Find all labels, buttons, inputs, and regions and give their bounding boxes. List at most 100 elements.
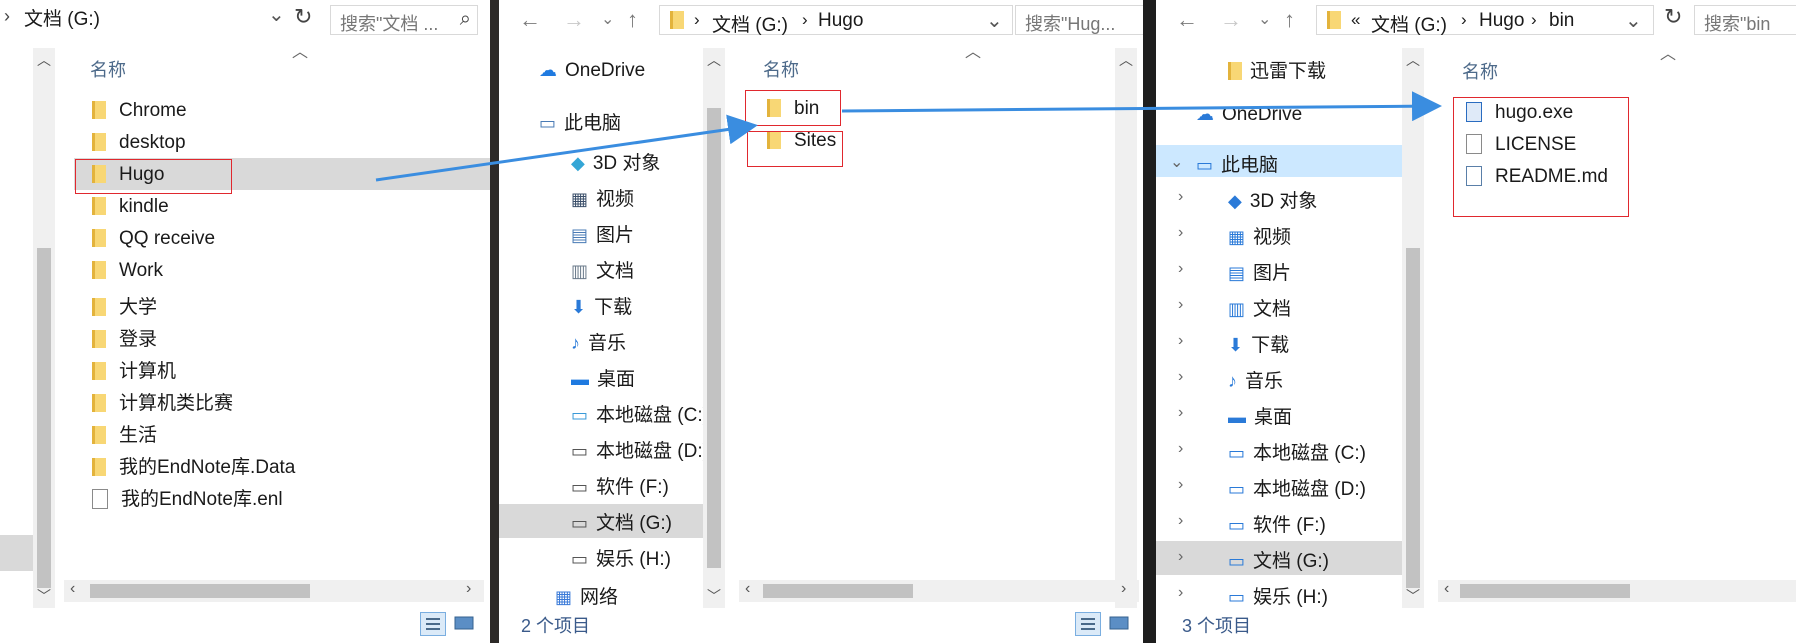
list-item[interactable]: 大学 <box>92 292 157 319</box>
expand-chevron-icon[interactable]: › <box>1178 476 1183 494</box>
recent-dropdown-icon[interactable]: ⌄ <box>601 4 614 36</box>
large-icons-view-button[interactable] <box>1107 612 1133 636</box>
address-dropdown-icon[interactable]: ⌄ <box>1625 8 1642 33</box>
list-item[interactable]: 计算机类比赛 <box>92 388 233 415</box>
list-item[interactable]: 登录 <box>92 324 157 351</box>
column-header-name[interactable]: 名称 <box>763 56 799 82</box>
address-box[interactable]: › 文档 (G:) › Hugo ⌄ <box>659 5 1013 37</box>
nav-item-this-pc[interactable]: ▭ 此电脑 <box>1196 150 1278 177</box>
search-box[interactable]: 搜索"文档 ... ⌕ <box>330 5 478 35</box>
nav-item-video[interactable]: ▦ 视频 <box>1228 222 1291 249</box>
scroll-right-icon[interactable]: › <box>1121 580 1126 598</box>
nav-item-network[interactable]: ▦ 网络 <box>555 582 618 609</box>
breadcrumb-documents[interactable]: 文档 (G:) <box>1371 10 1447 37</box>
nav-item-downloads[interactable]: ⬇ 下载 <box>1228 330 1289 357</box>
horizontal-scrollbar[interactable]: ‹ › <box>739 580 1139 602</box>
nav-item-desktop[interactable]: ▬ 桌面 <box>1228 402 1292 429</box>
up-arrow-icon[interactable]: ↑ <box>627 4 638 36</box>
nav-item-music[interactable]: ♪ 音乐 <box>571 328 626 355</box>
expand-chevron-icon[interactable]: › <box>1178 584 1183 602</box>
scroll-left-icon[interactable]: ‹ <box>1444 580 1449 598</box>
address-path-documents[interactable]: 文档 (G:) <box>24 4 100 31</box>
list-item[interactable]: Chrome <box>92 100 187 122</box>
expand-chevron-icon[interactable]: › <box>1178 404 1183 422</box>
expand-chevron-icon[interactable]: › <box>1178 332 1183 350</box>
nav-item-objects3d[interactable]: ◆ 3D 对象 <box>1228 186 1317 213</box>
details-view-button[interactable] <box>420 612 446 636</box>
address-dropdown-icon[interactable]: ⌄ <box>986 8 1003 33</box>
nav-item-video[interactable]: ▦ 视频 <box>571 184 634 211</box>
list-item[interactable]: 生活 <box>92 420 157 447</box>
list-item[interactable]: 我的EndNote库.Data <box>92 452 295 479</box>
recent-dropdown-icon[interactable]: ⌄ <box>1258 4 1271 36</box>
expand-chevron-icon[interactable]: › <box>1178 296 1183 314</box>
forward-arrow-icon[interactable]: → <box>563 4 585 36</box>
expand-chevron-icon[interactable]: › <box>1178 224 1183 242</box>
nav-item-objects3d[interactable]: ◆ 3D 对象 <box>571 148 660 175</box>
list-item[interactable]: Work <box>92 260 163 282</box>
address-box[interactable]: « 文档 (G:) › Hugo › bin ⌄ <box>1316 5 1654 37</box>
expand-chevron-icon[interactable]: › <box>1178 368 1183 386</box>
nav-item-documents[interactable]: ▥ 文档 <box>571 256 634 283</box>
list-item[interactable]: QQ receive <box>92 228 215 250</box>
expand-chevron-icon[interactable]: › <box>1178 440 1183 458</box>
nav-item-pictures[interactable]: ▤ 图片 <box>571 220 634 247</box>
nav-item-drive-h[interactable]: ▭ 娱乐 (H:) <box>1228 582 1328 609</box>
nav-item-this-pc[interactable]: ▭ 此电脑 <box>539 108 621 135</box>
refresh-icon[interactable]: ↻ <box>294 4 312 30</box>
nav-item-drive-f[interactable]: ▭ 软件 (F:) <box>571 472 669 499</box>
horizontal-scrollbar[interactable]: ‹ › <box>64 580 484 602</box>
nav-item-xunlei[interactable]: 迅雷下载 <box>1228 56 1326 83</box>
horizontal-scroll-thumb[interactable] <box>90 584 310 598</box>
search-icon[interactable]: ⌕ <box>460 8 471 31</box>
breadcrumb-bin[interactable]: bin <box>1549 10 1574 32</box>
list-item[interactable]: 我的EndNote库.enl <box>92 484 283 511</box>
expand-chevron-icon[interactable]: › <box>1178 512 1183 530</box>
scroll-up-icon[interactable]: ︿ <box>33 50 55 70</box>
list-item[interactable]: 计算机 <box>92 356 176 383</box>
nav-item-onedrive[interactable]: ☁ OneDrive <box>1196 104 1302 126</box>
scroll-down-icon[interactable]: ﹀ <box>33 586 55 606</box>
navpane-scroll-thumb[interactable] <box>37 248 51 588</box>
column-header-name[interactable]: 名称 <box>1462 58 1498 84</box>
list-item[interactable]: kindle <box>92 196 169 218</box>
search-box[interactable]: 搜索"Hug... <box>1015 5 1143 35</box>
breadcrumb-chevron-icon[interactable]: › <box>4 6 10 27</box>
nav-item-drive-d[interactable]: ▭ 本地磁盘 (D:) <box>1228 474 1366 501</box>
filelist-scrollbar[interactable]: ︿ ﹀ <box>1115 48 1137 608</box>
breadcrumb-overflow[interactable]: « <box>1351 10 1360 30</box>
scroll-up-icon[interactable]: ︿ <box>1402 50 1424 70</box>
nav-item-drive-g[interactable]: ▭ 文档 (G:) <box>571 508 672 535</box>
nav-item-drive-f[interactable]: ▭ 软件 (F:) <box>1228 510 1326 537</box>
nav-item-drive-c[interactable]: ▭ 本地磁盘 (C:) <box>571 400 709 427</box>
nav-item-drive-c[interactable]: ▭ 本地磁盘 (C:) <box>1228 438 1366 465</box>
nav-item-drive-g[interactable]: ▭ 文档 (G:) <box>1228 546 1329 573</box>
horizontal-scroll-thumb[interactable] <box>1460 584 1630 598</box>
up-arrow-icon[interactable]: ↑ <box>1284 4 1295 36</box>
details-view-button[interactable] <box>1075 612 1101 636</box>
column-header-name[interactable]: 名称 <box>90 56 126 82</box>
nav-item-drive-h[interactable]: ▭ 娱乐 (H:) <box>571 544 671 571</box>
nav-item-downloads[interactable]: ⬇ 下载 <box>571 292 632 319</box>
back-arrow-icon[interactable]: ← <box>519 4 541 36</box>
search-box[interactable]: 搜索"bin <box>1694 5 1796 35</box>
expand-chevron-icon[interactable]: › <box>1178 188 1183 206</box>
expand-chevron-icon[interactable]: › <box>1178 260 1183 278</box>
navpane-scroll-thumb[interactable] <box>707 108 721 568</box>
scroll-up-icon[interactable]: ︿ <box>703 50 725 70</box>
collapse-chevron-icon[interactable]: ⌄ <box>1170 152 1183 172</box>
large-icons-view-button[interactable] <box>452 612 478 636</box>
navpane-scroll-thumb[interactable] <box>1406 248 1420 588</box>
scroll-down-icon[interactable]: ﹀ <box>703 586 725 606</box>
list-item[interactable]: desktop <box>92 132 186 154</box>
scroll-down-icon[interactable]: ﹀ <box>1402 586 1424 606</box>
scroll-left-icon[interactable]: ‹ <box>70 580 75 598</box>
nav-item-documents[interactable]: ▥ 文档 <box>1228 294 1291 321</box>
breadcrumb-documents[interactable]: 文档 (G:) <box>712 10 788 37</box>
horizontal-scrollbar[interactable]: ‹ <box>1438 580 1796 602</box>
navpane-scrollbar[interactable]: ︿ ﹀ <box>33 48 55 608</box>
nav-item-onedrive[interactable]: ☁ OneDrive <box>539 60 645 82</box>
scroll-right-icon[interactable]: › <box>466 580 471 598</box>
scroll-left-icon[interactable]: ‹ <box>745 580 750 598</box>
nav-item-pictures[interactable]: ▤ 图片 <box>1228 258 1291 285</box>
